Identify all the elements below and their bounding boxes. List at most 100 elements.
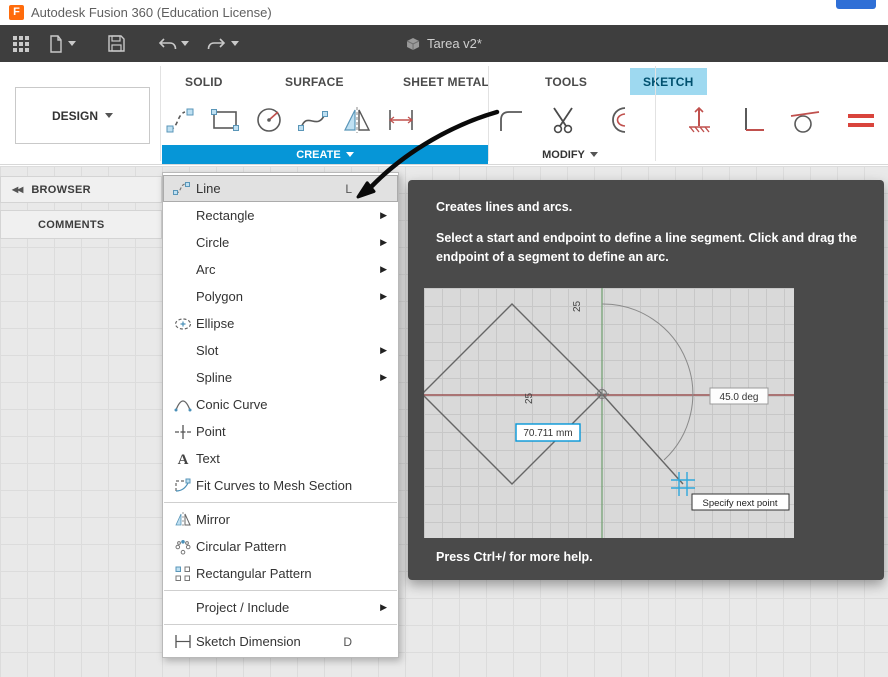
perpendicular-constraint-button[interactable] <box>733 99 771 141</box>
menu-item-label: Circle <box>196 235 230 250</box>
submenu-arrow-icon: ▶ <box>380 237 387 247</box>
undo-button[interactable] <box>157 35 189 53</box>
comments-label: COMMENTS <box>38 218 105 231</box>
menu-item-label: Circular Pattern <box>196 539 287 554</box>
spline-tool-button[interactable] <box>294 99 332 141</box>
equal-constraint-button[interactable] <box>842 99 880 141</box>
rectangular-pattern-icon <box>169 566 196 582</box>
menu-item-label: Text <box>196 451 220 466</box>
workspace-selector[interactable]: DESIGN <box>15 87 150 144</box>
menu-item-sketch-dimension[interactable]: Sketch Dimension D <box>163 628 398 655</box>
mirror-tool-icon <box>344 107 371 133</box>
browser-label: BROWSER <box>31 183 91 196</box>
scissors-icon <box>553 107 573 134</box>
menu-item-slot[interactable]: Slot ▶ <box>163 337 398 364</box>
menu-item-fit-curves[interactable]: Fit Curves to Mesh Section <box>163 472 398 499</box>
mirror-icon <box>169 512 196 527</box>
menu-item-label: Spline <box>196 370 233 385</box>
workspace-caret-icon <box>105 113 113 118</box>
quick-access-toolbar: Tarea v2* <box>0 25 888 62</box>
menu-separator <box>164 624 397 625</box>
comments-panel-header[interactable]: COMMENTS <box>0 210 162 239</box>
menu-item-point[interactable]: Point <box>163 418 398 445</box>
menu-item-polygon[interactable]: Polygon ▶ <box>163 283 398 310</box>
menu-item-mirror[interactable]: Mirror <box>163 506 398 533</box>
document-title: Tarea v2* <box>427 36 482 51</box>
menu-item-label: Rectangular Pattern <box>196 566 312 581</box>
text-icon: A <box>169 451 196 466</box>
create-panel-header[interactable]: CREATE <box>162 145 488 164</box>
modify-panel-header[interactable]: MODIFY <box>488 145 652 164</box>
document-tab[interactable]: Tarea v2* <box>406 25 482 62</box>
rectangle-tool-icon <box>211 109 239 131</box>
menu-item-circular-pattern[interactable]: Circular Pattern <box>163 533 398 560</box>
tab-sketch[interactable]: SKETCH <box>630 68 707 95</box>
tab-sheet-metal[interactable]: SHEET METAL <box>390 68 502 95</box>
menu-item-conic-curve[interactable]: Conic Curve <box>163 391 398 418</box>
offset-tool-icon <box>612 107 626 133</box>
menu-item-spline[interactable]: Spline ▶ <box>163 364 398 391</box>
tab-tools[interactable]: TOOLS <box>532 68 600 95</box>
menu-item-label: Conic Curve <box>196 397 268 412</box>
collapse-icon: ◀◀ <box>12 185 23 194</box>
redo-caret-icon <box>231 41 239 46</box>
menu-item-label: Point <box>196 424 226 439</box>
fillet-tool-button[interactable] <box>492 99 530 141</box>
offset-tool-button[interactable] <box>598 99 636 141</box>
menu-item-line[interactable]: Line L <box>163 175 398 202</box>
line-tool-button[interactable] <box>162 99 200 141</box>
redo-button[interactable] <box>207 35 239 53</box>
undo-icon <box>158 37 177 49</box>
svg-text:45.0 deg: 45.0 deg <box>720 392 759 403</box>
menu-item-ellipse[interactable]: Ellipse <box>163 310 398 337</box>
menu-item-project-include[interactable]: Project / Include ▶ <box>163 594 398 621</box>
circle-tool-button[interactable] <box>250 99 288 141</box>
trim-tool-button[interactable] <box>545 99 583 141</box>
modify-label: MODIFY <box>542 148 585 161</box>
mirror-tool-button[interactable] <box>338 99 376 141</box>
menu-item-shortcut: D <box>343 634 352 649</box>
menu-item-label: Sketch Dimension <box>196 634 301 649</box>
rectangle-tool-button[interactable] <box>206 99 244 141</box>
menu-item-label: Ellipse <box>196 316 235 331</box>
tab-surface[interactable]: SURFACE <box>272 68 357 95</box>
menu-item-rectangular-pattern[interactable]: Rectangular Pattern <box>163 560 398 587</box>
menu-item-label: Slot <box>196 343 219 358</box>
file-menu-button[interactable] <box>48 34 76 53</box>
redo-icon <box>207 37 226 49</box>
browser-panel-header[interactable]: ◀◀ BROWSER <box>0 176 162 203</box>
app-launcher-button[interactable] <box>12 35 30 53</box>
canvas[interactable]: ◀◀ BROWSER COMMENTS Line L Rectangle ▶ C… <box>0 166 888 677</box>
tooltip-footer: Press Ctrl+/ for more help. <box>436 550 593 564</box>
tangent-constraint-button[interactable] <box>786 99 824 141</box>
dimension-tool-button[interactable] <box>382 99 420 141</box>
submenu-arrow-icon: ▶ <box>380 264 387 274</box>
ribbon-separator <box>655 66 656 161</box>
svg-text:70.711 mm: 70.711 mm <box>523 428 572 439</box>
sketch-preview: 25 25 70.711 mm 45.0 deg Specify next po… <box>424 288 794 538</box>
angle-input[interactable]: 45.0 deg <box>709 387 769 405</box>
line-icon <box>169 181 196 196</box>
menu-item-arc[interactable]: Arc ▶ <box>163 256 398 283</box>
conic-curve-icon <box>169 397 196 412</box>
tab-solid[interactable]: SOLID <box>172 68 236 95</box>
spline-tool-icon <box>298 111 328 131</box>
equal-constraint-icon <box>848 114 874 127</box>
save-button[interactable] <box>108 35 125 52</box>
create-dropdown-menu: Line L Rectangle ▶ Circle ▶ Arc ▶ Polygo <box>162 172 399 658</box>
document-icon <box>406 37 420 50</box>
menu-item-circle[interactable]: Circle ▶ <box>163 229 398 256</box>
menu-item-label: Arc <box>196 262 216 277</box>
menu-item-label: Polygon <box>196 289 243 304</box>
dimension-tool-icon <box>389 110 413 130</box>
submenu-arrow-icon: ▶ <box>380 602 387 612</box>
circle-tool-icon <box>257 108 281 132</box>
fixed-constraint-button[interactable] <box>680 99 718 141</box>
line-tooltip-panel: Creates lines and arcs. Select a start a… <box>408 180 884 580</box>
length-input[interactable]: 70.711 mm <box>515 423 581 442</box>
angle-arc <box>601 303 694 461</box>
browser-button-fragment[interactable] <box>836 0 876 9</box>
menu-item-text[interactable]: A Text <box>163 445 398 472</box>
menu-item-rectangle[interactable]: Rectangle ▶ <box>163 202 398 229</box>
dimension-top: 25 <box>572 300 583 312</box>
